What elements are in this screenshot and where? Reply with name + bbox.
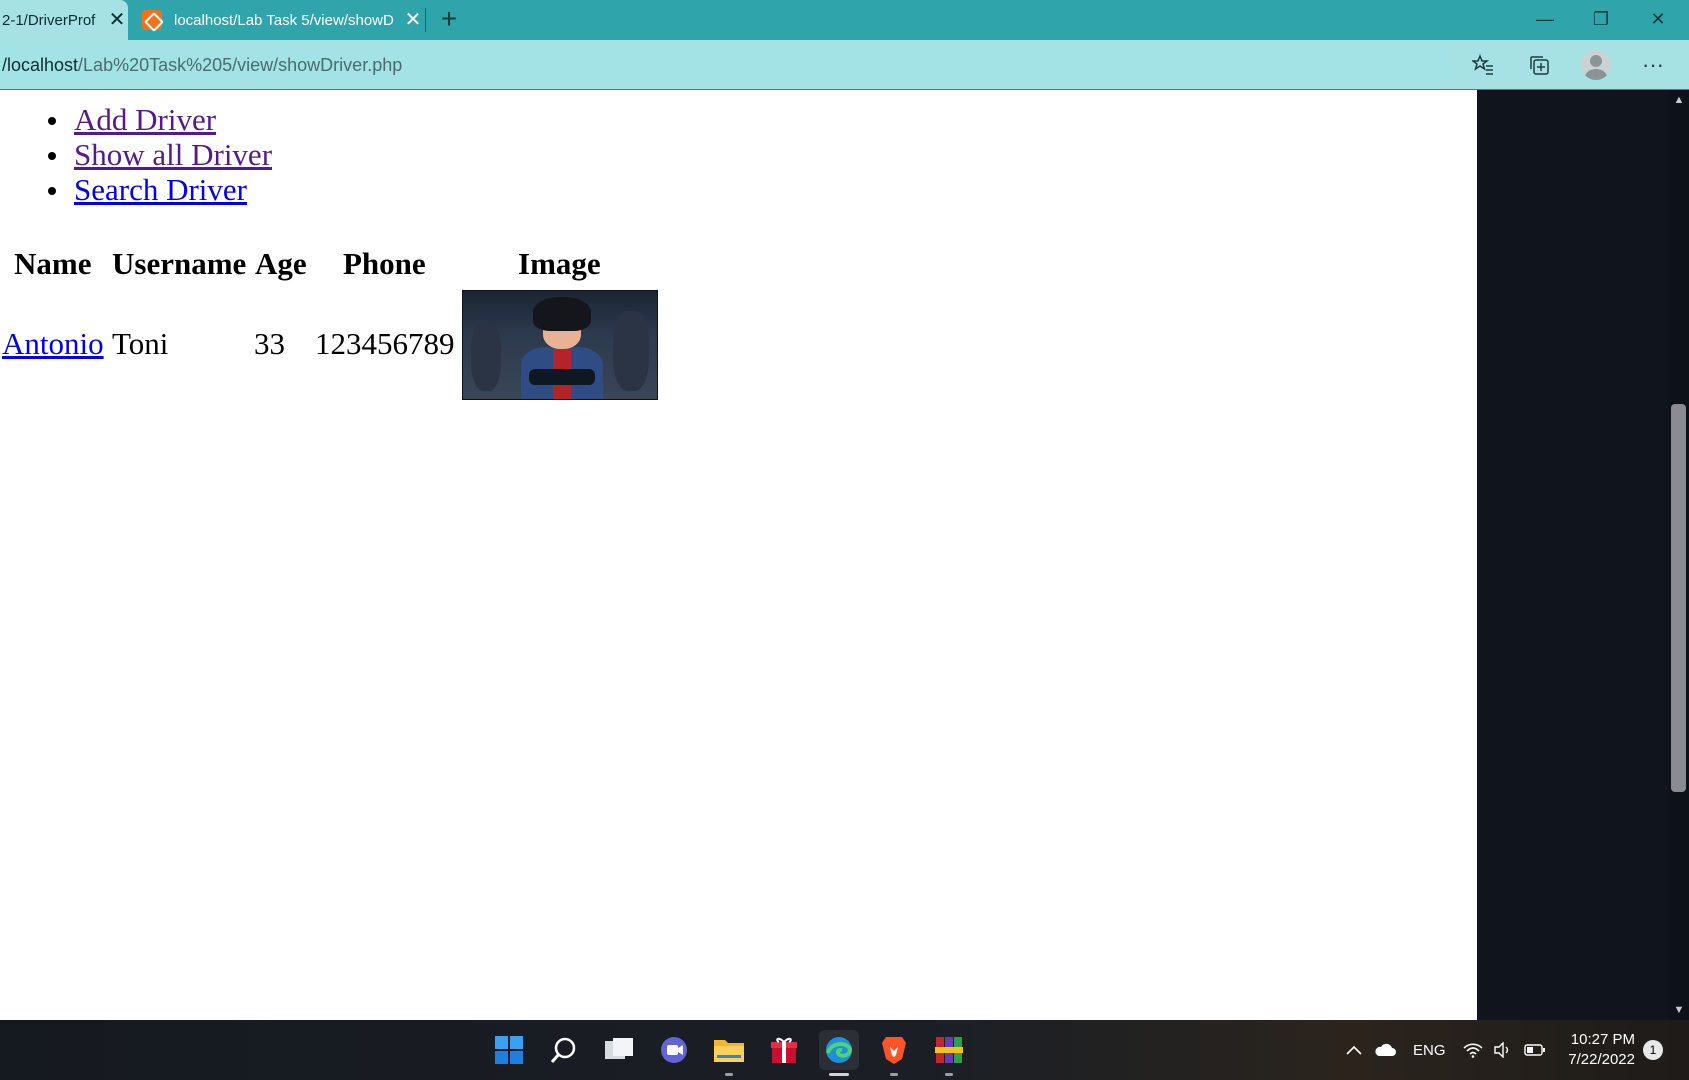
language-indicator[interactable]: ENG <box>1413 1020 1446 1080</box>
page-viewport: Add Driver Show all Driver Search Driver… <box>0 90 1477 1020</box>
edge-browser-icon[interactable] <box>819 1030 859 1076</box>
brave-browser-icon[interactable] <box>874 1030 914 1076</box>
xampp-favicon-icon <box>142 10 162 30</box>
restore-button[interactable]: ❐ <box>1573 0 1629 40</box>
address-bar[interactable]: /localhost/Lab%20Task%205/view/showDrive… <box>0 46 1450 84</box>
minimize-button[interactable]: — <box>1517 0 1573 40</box>
profile-icon[interactable] <box>1576 40 1616 90</box>
header-age: Age <box>255 246 307 281</box>
add-driver-link[interactable]: Add Driver <box>74 102 216 137</box>
taskbar: ENG 10:27 PM 7/22/2022 1 <box>0 1020 1689 1080</box>
browser-toolbar: /localhost/Lab%20Task%205/view/showDrive… <box>0 40 1689 90</box>
favorites-icon[interactable] <box>1463 40 1503 90</box>
search-icon[interactable] <box>544 1030 584 1070</box>
show-all-driver-link[interactable]: Show all Driver <box>74 137 272 172</box>
tab-strip: 2-1/DriverProf ✕ localhost/Lab Task 5/vi… <box>0 0 1689 40</box>
scroll-up-icon[interactable]: ▲ <box>1669 92 1689 108</box>
tab-show-driver[interactable]: localhost/Lab Task 5/view/showD ✕ <box>138 0 424 40</box>
driver-name-link[interactable]: Antonio <box>2 326 104 361</box>
header-username: Username <box>112 246 247 281</box>
battery-icon[interactable] <box>1524 1020 1546 1080</box>
avatar <box>1581 50 1611 80</box>
driver-username-cell: Toni <box>112 326 169 361</box>
header-image: Image <box>518 246 601 281</box>
tab-close-icon[interactable]: ✕ <box>106 0 128 40</box>
tab-separator <box>425 8 426 32</box>
clock-date: 7/22/2022 <box>1568 1051 1635 1068</box>
winrar-icon[interactable] <box>929 1030 969 1076</box>
scrollbar-thumb[interactable] <box>1671 404 1686 792</box>
nav-item-search-driver: Search Driver <box>0 172 272 207</box>
driver-phone-cell: 123456789 <box>315 326 455 361</box>
file-explorer-icon[interactable] <box>709 1030 749 1076</box>
header-name: Name <box>14 246 92 281</box>
tab-title: 2-1/DriverProf <box>2 11 96 29</box>
driver-nav-list: Add Driver Show all Driver Search Driver <box>0 102 272 207</box>
tab-driver-profile[interactable]: 2-1/DriverProf ✕ <box>0 0 128 40</box>
nav-item-add-driver: Add Driver <box>0 102 272 137</box>
address-host: /localhost <box>2 54 79 75</box>
teams-chat-icon[interactable] <box>654 1030 694 1070</box>
gift-icon[interactable] <box>764 1030 804 1070</box>
tab-title: localhost/Lab Task 5/view/showD <box>174 11 394 29</box>
address-path: /Lab%20Task%205/view/showDriver.php <box>78 54 403 75</box>
close-window-button[interactable]: ✕ <box>1630 0 1686 40</box>
windows-start-icon[interactable] <box>489 1030 529 1070</box>
driver-name-cell: Antonio <box>2 326 104 362</box>
new-tab-button[interactable]: + <box>434 0 464 40</box>
more-icon[interactable]: ··· <box>1633 40 1673 90</box>
system-clock[interactable]: 10:27 PM 7/22/2022 <box>1555 1030 1635 1070</box>
clock-time: 10:27 PM <box>1570 1031 1635 1048</box>
driver-photo <box>462 290 658 400</box>
side-pane <box>1477 90 1669 1020</box>
task-view-icon[interactable] <box>599 1030 639 1070</box>
search-driver-link[interactable]: Search Driver <box>74 172 247 207</box>
tab-close-icon[interactable]: ✕ <box>402 0 424 40</box>
nav-item-show-all-driver: Show all Driver <box>0 137 272 172</box>
driver-age-cell: 33 <box>254 326 285 361</box>
show-hidden-icons-icon[interactable] <box>1345 1020 1363 1080</box>
volume-icon[interactable] <box>1493 1020 1511 1080</box>
notification-badge[interactable]: 1 <box>1643 1040 1663 1060</box>
wifi-icon[interactable] <box>1463 1020 1483 1080</box>
scroll-down-icon[interactable]: ▼ <box>1669 1002 1689 1018</box>
collections-icon[interactable] <box>1519 40 1559 90</box>
onedrive-cloud-icon[interactable] <box>1374 1020 1396 1080</box>
header-phone: Phone <box>343 246 426 281</box>
